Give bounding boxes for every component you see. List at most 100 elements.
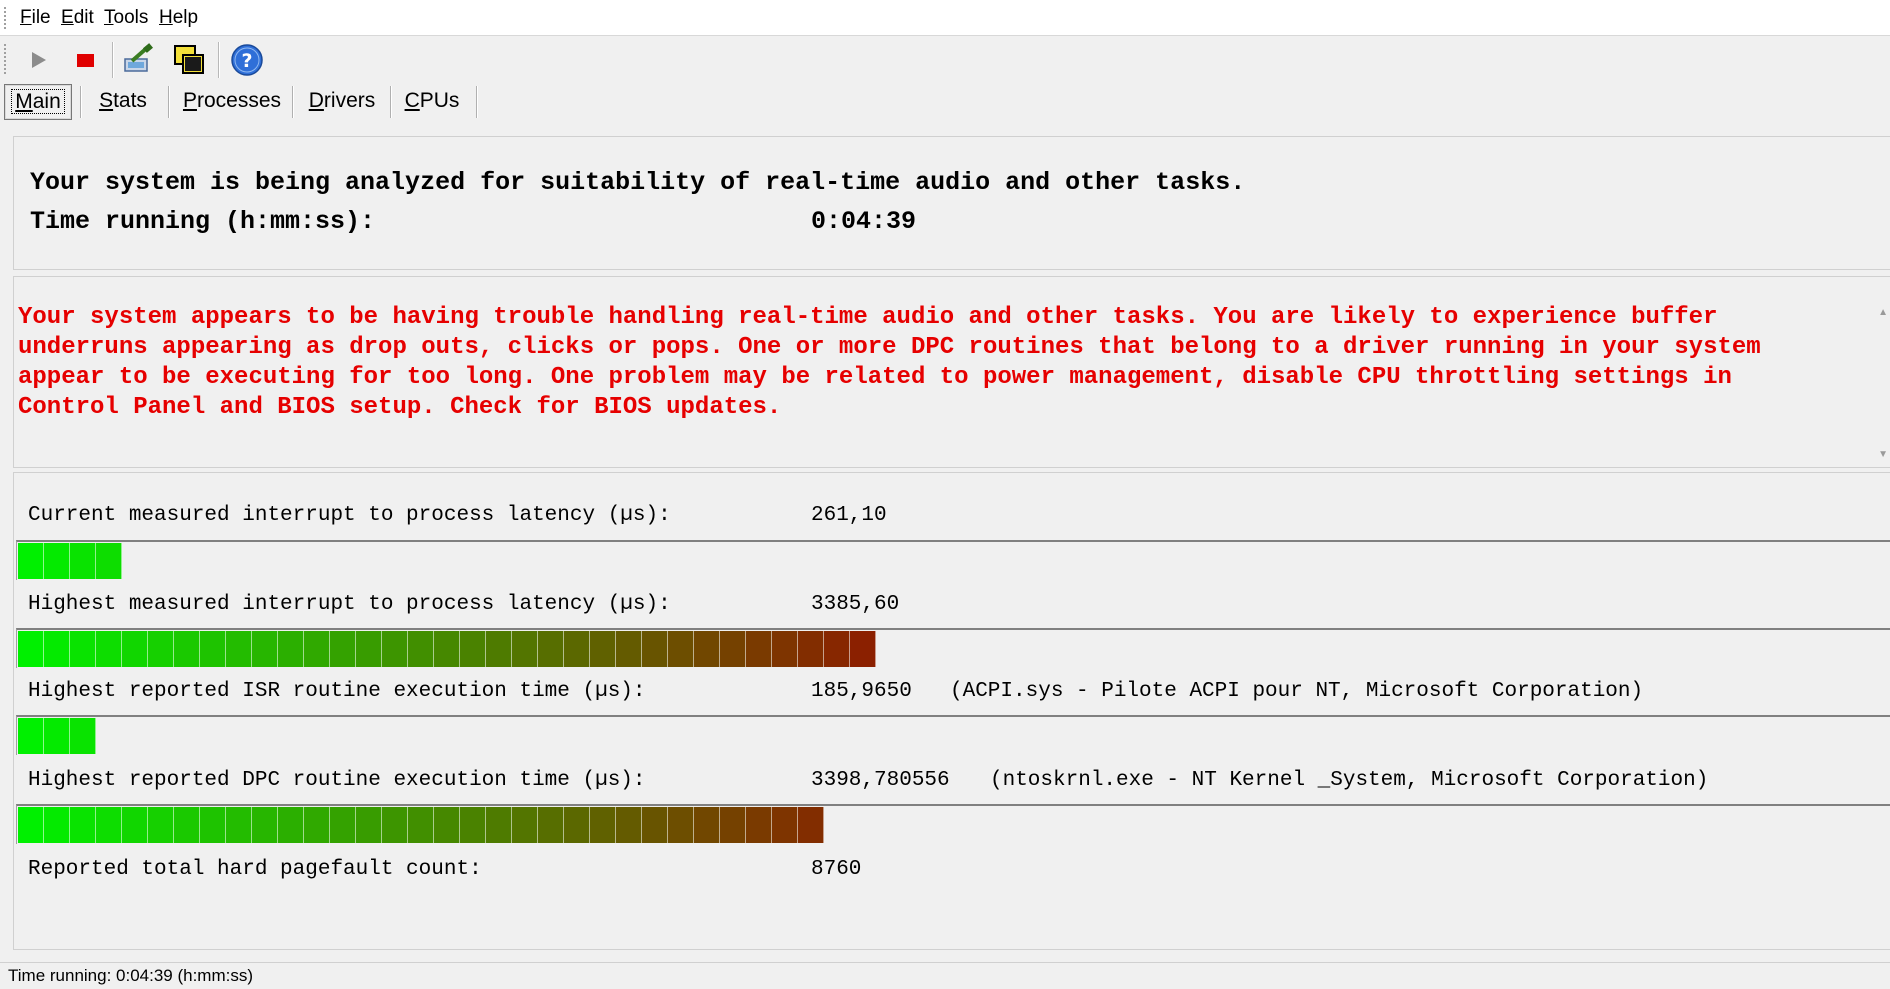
bar-segment	[70, 543, 96, 579]
tab-drivers[interactable]: Drivers	[298, 84, 386, 118]
windows-button[interactable]	[171, 42, 207, 78]
bar-segment	[668, 807, 694, 843]
bar-segment	[226, 807, 252, 843]
play-icon	[32, 52, 46, 68]
menu-edit[interactable]: Edit	[61, 8, 94, 28]
current-latency-value: 261,10	[811, 504, 887, 527]
bar-segment	[96, 631, 122, 667]
dpc-label: Highest reported DPC routine execution t…	[28, 769, 646, 792]
bar-segment	[252, 631, 278, 667]
bar-segment	[200, 631, 226, 667]
stop-icon	[77, 54, 94, 67]
bar-segment	[44, 807, 70, 843]
tab-main-accel: M	[15, 90, 33, 113]
tab-main[interactable]: Main	[4, 84, 72, 120]
bar-segment	[70, 631, 96, 667]
tab-processes-rest: rocesses	[196, 89, 282, 112]
tab-stats[interactable]: Stats	[88, 84, 158, 118]
bar-segment	[148, 631, 174, 667]
tab-stats-rest: tats	[113, 89, 147, 112]
tab-stats-accel: S	[99, 89, 114, 112]
pagefault-label: Reported total hard pagefault count:	[28, 858, 482, 881]
bar-segment	[616, 807, 642, 843]
play-button[interactable]	[20, 42, 56, 78]
bar-segment	[798, 807, 824, 843]
bar-segment	[746, 631, 772, 667]
current-latency-bar	[16, 540, 1890, 580]
warning-message: Your system appears to be having trouble…	[18, 304, 1761, 421]
bar-segment	[70, 807, 96, 843]
current-latency-label: Current measured interrupt to process la…	[28, 504, 671, 527]
tab-separator	[292, 86, 294, 118]
menu-bar: File Edit Tools Help	[0, 0, 1890, 36]
bar-segment	[512, 631, 538, 667]
svg-text:?: ?	[241, 50, 252, 72]
isr-detail: (ACPI.sys - Pilote ACPI pour NT, Microso…	[950, 680, 1644, 703]
tab-cpus-rest: PUs	[419, 89, 460, 112]
bar-segment	[512, 807, 538, 843]
bar-segment	[330, 631, 356, 667]
highest-latency-bar	[16, 628, 1890, 668]
bar-segment	[590, 631, 616, 667]
bar-segment	[356, 631, 382, 667]
toolbar: ?	[0, 36, 1890, 82]
bar-segment	[382, 631, 408, 667]
help-button[interactable]: ?	[229, 42, 265, 78]
bar-segment	[122, 631, 148, 667]
bar-segment	[382, 807, 408, 843]
isr-value: 185,9650	[811, 680, 912, 703]
analysis-headline: Your system is being analyzed for suitab…	[30, 168, 1246, 197]
menu-tools[interactable]: Tools	[104, 8, 148, 28]
tab-cpus[interactable]: CPUs	[396, 84, 468, 118]
bar-segment	[642, 807, 668, 843]
bar-segment	[304, 631, 330, 667]
tab-processes[interactable]: Processes	[176, 84, 288, 118]
bar-segment	[18, 543, 44, 579]
toolbar-grip	[4, 44, 9, 74]
menu-file-rest: ile	[31, 7, 51, 28]
bar-segment	[174, 807, 200, 843]
bar-segment	[434, 631, 460, 667]
tab-processes-accel: P	[182, 89, 197, 112]
menu-grip	[4, 7, 9, 29]
isr-bar	[16, 715, 1890, 755]
bar-segment	[148, 807, 174, 843]
status-bar: Time running: 0:04:39 (h:mm:ss)	[0, 962, 1890, 988]
bar-segment	[772, 631, 798, 667]
bar-segment	[356, 807, 382, 843]
stop-button[interactable]	[67, 42, 103, 78]
bar-segment	[460, 631, 486, 667]
pagefault-value: 8760	[811, 858, 862, 881]
tab-strip: Main Stats Processes Drivers CPUs	[0, 82, 1890, 122]
bar-segment	[564, 807, 590, 843]
tab-main-rest: ain	[32, 90, 61, 113]
menu-edit-accel: E	[61, 7, 74, 28]
time-running-value: 0:04:39	[811, 207, 917, 236]
menu-help-rest: elp	[172, 7, 199, 28]
bar-segment	[304, 807, 330, 843]
scroll-down-icon[interactable]: ▼	[1878, 449, 1888, 460]
tab-separator	[390, 86, 392, 118]
menu-file[interactable]: File	[20, 8, 51, 28]
bar-segment	[694, 807, 720, 843]
bar-segment	[824, 631, 850, 667]
bar-segment	[538, 631, 564, 667]
summary-panel	[13, 136, 1890, 270]
bar-segment	[798, 631, 824, 667]
menu-help[interactable]: Help	[159, 8, 198, 28]
bar-segment	[668, 631, 694, 667]
bar-segment	[174, 631, 200, 667]
bar-segment	[18, 807, 44, 843]
bar-segment	[772, 807, 798, 843]
menu-tools-accel: T	[104, 7, 114, 28]
bar-segment	[538, 807, 564, 843]
bar-segment	[200, 807, 226, 843]
analyze-button[interactable]	[121, 42, 157, 78]
scroll-up-icon[interactable]: ▲	[1878, 307, 1888, 318]
windows-icon	[174, 45, 204, 74]
bar-segment	[18, 718, 44, 754]
bar-segment	[278, 807, 304, 843]
bar-segment	[70, 718, 96, 754]
bar-segment	[616, 631, 642, 667]
bar-segment	[278, 631, 304, 667]
